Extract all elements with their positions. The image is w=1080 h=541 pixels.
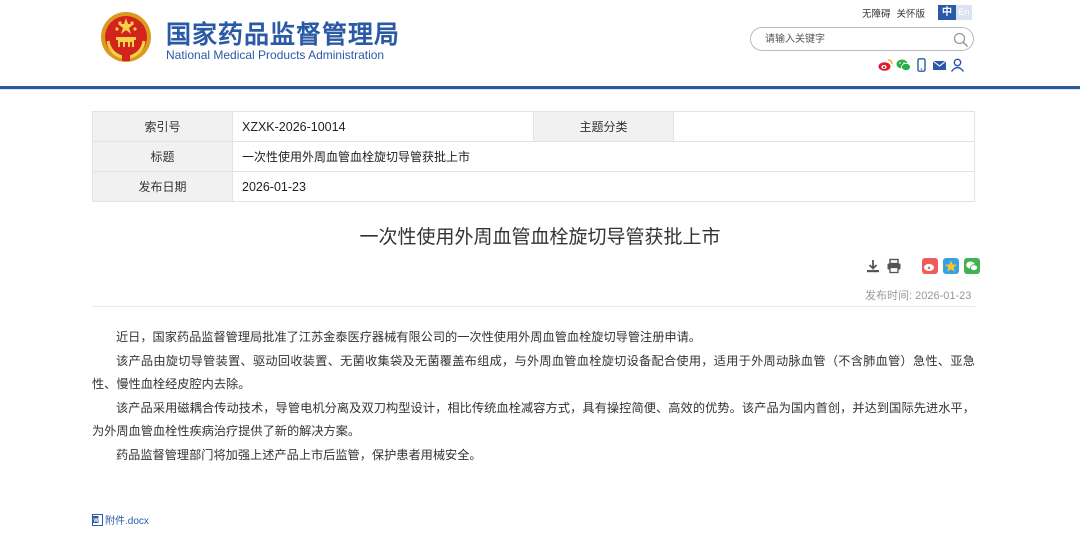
site-title-cn[interactable]: 国家药品监督管理局 <box>166 15 400 51</box>
article-paragraph: 该产品采用磁耦合传动技术，导管电机分离及双刀构型设计，相比传统血栓减容方式，具有… <box>92 400 975 439</box>
site-header: 国家药品监督管理局 National Medical Products Admi… <box>0 0 1080 86</box>
publish-time: 发布时间: 2026-01-23 <box>865 290 972 302</box>
topic-label: 主题分类 <box>533 111 674 142</box>
national-emblem-icon[interactable] <box>100 11 152 63</box>
meta-row-date: 发布日期 2026-01-23 <box>92 171 975 202</box>
download-icon[interactable] <box>865 258 881 274</box>
social-links <box>878 57 965 72</box>
index-value: XZXK-2026-10014 <box>232 111 534 142</box>
search-input[interactable] <box>765 31 945 47</box>
date-value: 2026-01-23 <box>232 171 975 202</box>
mail-icon[interactable] <box>932 57 947 71</box>
top-links: 无障碍 关怀版 <box>862 6 931 20</box>
document-meta-table: 索引号 XZXK-2026-10014 主题分类 标题 一次性使用外周血管血栓旋… <box>92 111 975 202</box>
article-divider <box>92 306 975 307</box>
index-label: 索引号 <box>92 111 233 142</box>
wechat-icon[interactable] <box>896 57 911 72</box>
word-document-icon: W <box>92 513 103 526</box>
search-box <box>750 27 974 51</box>
care-mode-link[interactable]: 关怀版 <box>897 9 926 20</box>
attachment-filename[interactable]: 附件.docx <box>105 512 149 527</box>
meta-row-title: 标题 一次性使用外周血管血栓旋切导管获批上市 <box>92 141 975 172</box>
meta-row-index: 索引号 XZXK-2026-10014 主题分类 <box>92 111 975 142</box>
mobile-icon[interactable] <box>914 57 929 72</box>
user-icon[interactable] <box>950 57 965 72</box>
article-tools <box>865 258 980 274</box>
article-title: 一次性使用外周血管血栓旋切导管获批上市 <box>359 226 721 248</box>
lang-zh-button[interactable]: 中 <box>938 5 956 20</box>
article-paragraph: 药品监督管理部门将加强上述产品上市后监管，保护患者用械安全。 <box>116 447 482 462</box>
lang-en-button[interactable]: En <box>956 5 972 20</box>
weibo-icon[interactable] <box>878 57 893 71</box>
site-title-en[interactable]: National Medical Products Administration <box>166 48 384 62</box>
print-icon[interactable] <box>886 258 902 274</box>
qzone-share-icon[interactable] <box>943 258 959 274</box>
article-paragraph: 该产品由旋切导管装置、驱动回收装置、无菌收集袋及无菌覆盖布组成，与外周血管血栓旋… <box>92 353 975 392</box>
wechat-share-icon[interactable] <box>964 258 980 274</box>
article-paragraph: 近日，国家药品监督管理局批准了江苏金泰医疗器械有限公司的一次性使用外周血管血栓旋… <box>116 330 701 344</box>
search-icon[interactable] <box>953 32 969 48</box>
weibo-share-icon[interactable] <box>922 258 938 274</box>
title-value: 一次性使用外周血管血栓旋切导管获批上市 <box>232 141 975 172</box>
svg-text:W: W <box>93 517 99 523</box>
attachment-link[interactable]: W 附件.docx <box>92 512 149 527</box>
title-label: 标题 <box>92 141 233 172</box>
language-switch: 中 En <box>938 5 972 20</box>
accessibility-link[interactable]: 无障碍 <box>862 9 891 20</box>
date-label: 发布日期 <box>92 171 233 202</box>
header-shadow-line <box>0 89 1080 90</box>
topic-value <box>673 111 975 142</box>
article-body: 近日，国家药品监督管理局批准了江苏金泰医疗器械有限公司的一次性使用外周血管血栓旋… <box>92 326 975 468</box>
